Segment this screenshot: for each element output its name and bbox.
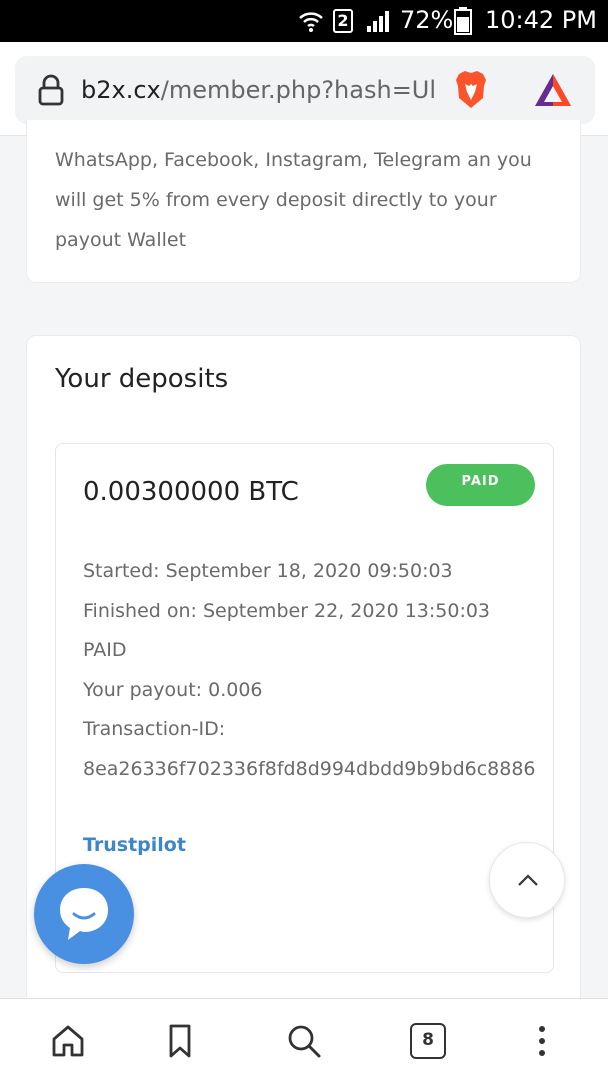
transaction-id-value: 8ea26336f702336f8fd8d994dbdd9b9bd6c8886: [83, 757, 536, 780]
chat-icon: [60, 888, 108, 940]
signal-icon: [367, 11, 389, 32]
clock: 10:42 PM: [485, 6, 597, 34]
status-text: PAID: [83, 639, 127, 661]
referral-card: WhatsApp, Facebook, Instagram, Telegram …: [26, 120, 581, 283]
bottom-toolbar: 8: [0, 998, 608, 1080]
finished-date: Finished on: September 22, 2020 13:50:03: [83, 599, 491, 622]
battery-icon: [454, 7, 472, 35]
url-path: /member.php?hash=Ul: [160, 76, 435, 104]
battery-percent: 72%: [400, 6, 454, 34]
home-icon[interactable]: [48, 1021, 88, 1061]
trustpilot-link[interactable]: Trustpilot: [83, 834, 186, 856]
section-title: Your deposits: [55, 364, 229, 394]
transaction-id-label: Transaction-ID:: [83, 718, 226, 740]
bookmark-icon[interactable]: [160, 1021, 200, 1061]
url-text[interactable]: b2x.cx/member.php?hash=Ul: [81, 74, 435, 106]
status-badge: PAID: [426, 464, 535, 506]
chat-button[interactable]: [34, 864, 134, 964]
started-date: Started: September 18, 2020 09:50:03: [83, 560, 453, 582]
brave-shields-icon[interactable]: [453, 70, 489, 110]
deposit-amount: 0.00300000 BTC: [83, 477, 299, 507]
address-bar[interactable]: b2x.cx/member.php?hash=Ul: [15, 56, 595, 124]
status-bar: 2 72% 10:42 PM: [0, 0, 608, 42]
referral-text: WhatsApp, Facebook, Instagram, Telegram …: [55, 149, 532, 251]
chevron-up-icon: [518, 874, 538, 886]
lock-icon[interactable]: [37, 74, 65, 106]
tabs-icon[interactable]: 8: [410, 1023, 446, 1059]
sim-badge: 2: [333, 9, 353, 33]
search-icon[interactable]: [284, 1021, 324, 1061]
url-domain: b2x.cx: [81, 76, 161, 104]
payout-amount: Your payout: 0.006: [83, 678, 263, 701]
brave-rewards-icon[interactable]: [533, 72, 573, 108]
scroll-to-top-button[interactable]: [489, 842, 565, 918]
wifi-icon: [299, 12, 323, 32]
menu-icon[interactable]: [522, 1021, 562, 1061]
deposit-details: Started: September 18, 2020 09:50:03 Fin…: [83, 552, 553, 789]
